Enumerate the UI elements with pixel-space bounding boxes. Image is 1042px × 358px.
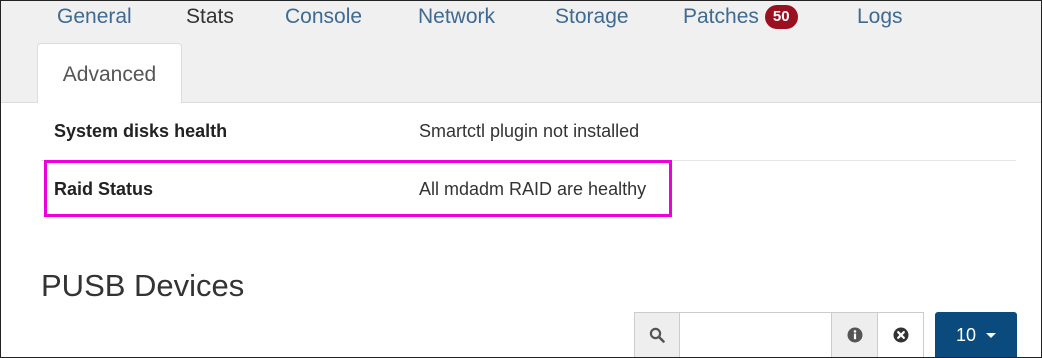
page-frame: General Stats Console Network Storage Pa… [0,0,1042,358]
page-size-dropdown[interactable]: 10 [935,312,1017,357]
health-row-system-disks: System disks health Smartctl plugin not … [41,103,1016,161]
pusb-search-input[interactable] [680,312,832,357]
health-row-label: Raid Status [54,179,154,199]
info-circle-icon [847,327,862,343]
caret-down-icon [986,332,997,338]
search-info-button[interactable] [832,312,878,357]
page-size-value: 10 [955,324,977,345]
tab-network[interactable]: Network [418,2,495,32]
search-clear-button[interactable] [878,312,924,357]
tab-general[interactable]: General [57,2,132,32]
tab-advanced[interactable]: Advanced [37,43,182,103]
pusb-search-group [634,312,924,357]
tab-patches-label: Patches [683,5,759,28]
pusb-section-title: PUSB Devices [41,268,245,303]
times-circle-icon [893,327,908,343]
tab-stats[interactable]: Stats [186,2,234,32]
health-row-value: Smartctl plugin not installed [419,121,640,141]
patches-count-badge: 50 [764,5,798,29]
search-icon [634,312,680,357]
tab-patches[interactable]: Patches 50 [683,2,798,32]
health-row-value: All mdadm RAID are healthy [419,179,647,199]
tab-console[interactable]: Console [285,2,362,32]
health-row-raid-status: Raid Status All mdadm RAID are healthy [41,161,1016,218]
tab-logs[interactable]: Logs [857,2,903,32]
tab-bar: General Stats Console Network Storage Pa… [1,1,1041,103]
health-row-label: System disks health [54,121,228,141]
tab-storage[interactable]: Storage [555,2,629,32]
